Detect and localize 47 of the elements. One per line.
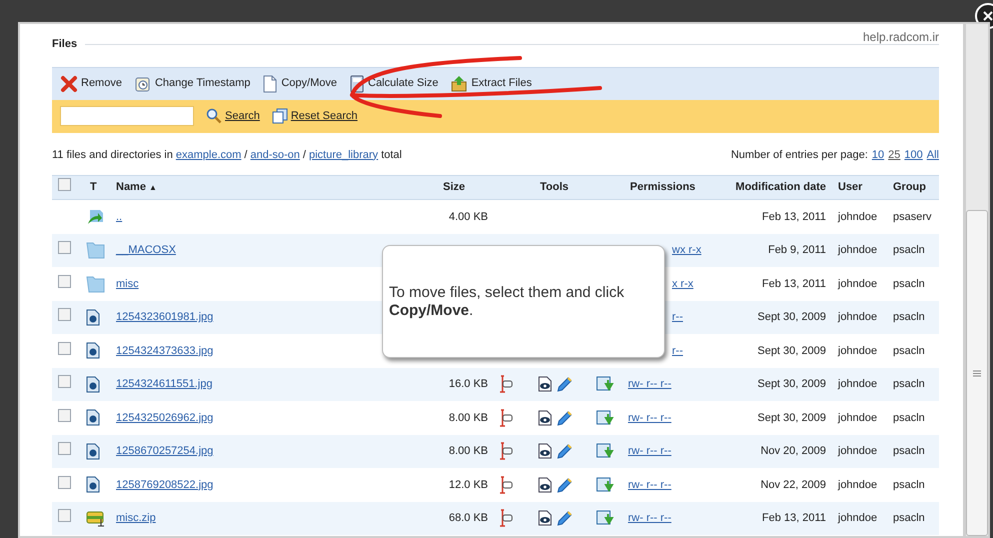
user-text: johndoe <box>836 344 878 358</box>
path-separator: / <box>302 148 306 162</box>
group-text: psacln <box>892 410 926 426</box>
user-text: johndoe <box>836 243 878 258</box>
user-text: johndoe <box>836 410 878 426</box>
summary-text: 11 files and directories in <box>52 148 173 162</box>
sort-mark: ▲ <box>148 182 157 194</box>
user-text: johndoe <box>836 276 878 292</box>
date-text: Nov 20, 2009 <box>760 444 827 459</box>
watermark-text: help.radcom.ir <box>862 29 939 46</box>
size-text: 12.0 KB <box>448 478 488 490</box>
group-text: psacln <box>892 478 926 492</box>
group-text: psacln <box>892 276 926 292</box>
group-text: psacln <box>892 310 926 325</box>
user-text: johndoe <box>836 377 878 392</box>
group-text: psacln <box>892 377 926 392</box>
date-text: Nov 22, 2009 <box>760 478 827 492</box>
size-text: 4.00 KB <box>448 210 488 222</box>
date-text: Sept 30, 2009 <box>756 344 827 358</box>
column-header: T <box>89 180 98 196</box>
date-text: Sept 30, 2009 <box>756 410 827 426</box>
size-text: 8.00 KB <box>448 412 488 424</box>
size-text: 68.0 KB <box>448 512 488 524</box>
group-text: psacln <box>892 511 926 526</box>
date-text: Feb 13, 2011 <box>760 511 827 526</box>
user-text: johndoe <box>836 444 878 459</box>
tooltip-text: To move files, select them and click Copy/Move. <box>389 284 626 320</box>
user-text: johndoe <box>836 511 878 526</box>
date-text: Sept 30, 2009 <box>756 310 827 325</box>
section-title: Files <box>52 37 78 52</box>
date-text: Feb 13, 2011 <box>760 276 827 292</box>
user-text: johndoe <box>836 478 878 492</box>
page-size-label: Number of entries per page: <box>730 148 868 162</box>
summary-suffix: total <box>381 148 402 162</box>
group-text: psacln <box>892 243 926 258</box>
column-header: Tools <box>539 180 570 196</box>
user-text: johndoe <box>836 210 878 224</box>
user-text: johndoe <box>836 310 878 325</box>
date-text: Feb 9, 2011 <box>767 243 827 258</box>
date-text: Feb 13, 2011 <box>760 210 827 224</box>
size-text: 16.0 KB <box>448 378 488 390</box>
path-separator: / <box>244 148 248 162</box>
size-text: 8.00 KB <box>448 445 488 457</box>
date-text: Sept 30, 2009 <box>756 377 827 392</box>
group-text: psacln <box>892 344 926 358</box>
group-text: psacln <box>892 444 926 459</box>
group-text: psaserv <box>892 210 933 224</box>
